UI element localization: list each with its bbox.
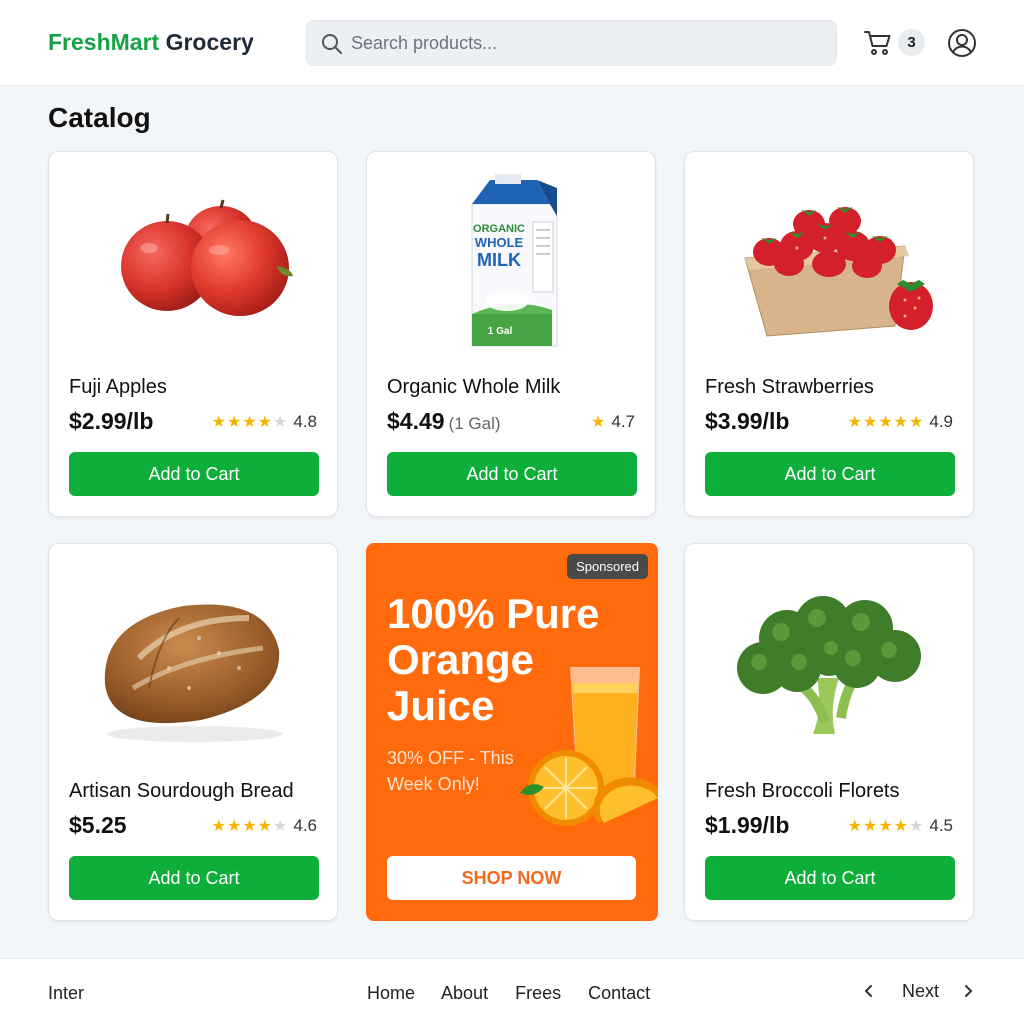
rating-value: 4.9 [929,412,953,431]
add-to-cart-button[interactable]: Add to Cart [69,856,319,900]
product-name: Artisan Sourdough Bread [69,780,294,802]
milk-carton-image: ORGANIC WHOLE MILK 1 Gal [471,174,558,347]
rating-value: 4.7 [611,412,635,431]
product-card-fuji-apples[interactable]: Fuji Apples $2.99/lb ★★★★★ 4.8 Add to Car… [48,151,338,517]
brand-name-dark: Grocery [165,29,254,55]
cart-count-badge: 3 [898,29,925,56]
cart-icon[interactable] [862,27,894,59]
footer-link-contact[interactable]: Contact [588,983,650,1003]
search-input[interactable] [351,21,821,65]
product-name: Fresh Broccoli Florets [705,780,900,802]
carton-milk-text: MILK [477,250,521,270]
rating-stars-icon: ★★★★★ [211,818,289,835]
product-card-fresh-broccoli-florets[interactable]: Fresh Broccoli Florets $1.99/lb ★★★★★ 4.5… [684,543,974,921]
product-rating: ★ 4.7 [591,412,635,432]
rating-star-icon: ★ [591,414,607,431]
footer-link-frees[interactable]: Frees [515,983,561,1003]
carton-organic-text: ORGANIC [473,223,525,235]
footer-nav: Home About Frees Contact [367,983,672,1004]
product-price: $4.49 (1 Gal) [387,408,501,435]
brand-logo[interactable]: FreshMart Grocery [48,29,254,56]
carton-volume-text: 1 Gal [488,326,513,337]
carton-whole-text: WHOLE [475,235,524,250]
broccoli-image [737,596,921,734]
apples-image [121,199,293,316]
next-page-link[interactable]: Next [902,981,939,1001]
bread-image [104,604,283,742]
footer-left-text: Inter [48,983,85,1003]
chevron-left-icon[interactable] [861,983,877,999]
top-header: FreshMart Grocery 3 [0,0,1024,86]
rating-stars-icon: ★★★★★ [211,414,289,431]
chevron-right-icon[interactable] [960,983,976,999]
product-rating: ★★★★★ 4.8 [212,412,317,432]
page-title: Catalog [48,102,151,133]
search-bar[interactable] [306,20,837,66]
rating-stars-icon: ★★★★★ [847,414,925,431]
add-to-cart-button[interactable]: Add to Cart [705,452,955,496]
product-rating: ★★★★★ 4.5 [848,816,953,836]
product-name: Fuji Apples [69,376,167,398]
add-to-cart-button[interactable]: Add to Cart [69,452,319,496]
add-to-cart-button[interactable]: Add to Cart [387,452,637,496]
product-price: $2.99/lb [69,408,154,434]
footer-link-home[interactable]: Home [367,983,415,1003]
rating-stars-icon: ★★★★★ [847,818,925,835]
strawberries-image [744,207,933,337]
footer-link-about[interactable]: About [441,983,488,1003]
page-footer: Inter Home About Frees Contact Next [0,958,1024,1024]
product-unit: (1 Gal) [448,414,501,433]
sponsored-ad-orange-juice[interactable]: Sponsored 100% Pure Orange Juice 30% OFF… [366,543,658,921]
product-price: $1.99/lb [705,812,790,838]
product-price: $5.25 [69,812,127,838]
sponsored-badge: Sponsored [567,554,648,579]
rating-value: 4.8 [293,412,317,431]
product-name: Fresh Strawberries [705,376,874,398]
product-card-artisan-sourdough-bread[interactable]: Artisan Sourdough Bread $5.25 ★★★★★ 4.6 A… [48,543,338,921]
rating-value: 4.5 [929,816,953,835]
rating-value: 4.6 [293,816,317,835]
product-price: $3.99/lb [705,408,790,434]
product-price-value: $4.49 [387,408,445,434]
user-account-icon[interactable] [946,27,978,59]
search-icon [322,34,342,54]
product-rating: ★★★★★ 4.6 [212,816,317,836]
product-name: Organic Whole Milk [387,376,561,398]
product-card-organic-whole-milk[interactable]: ORGANIC WHOLE MILK 1 Gal Organic Whole M… [366,151,656,517]
product-rating: ★★★★★ 4.9 [848,412,953,432]
brand-name-green: FreshMart [48,29,160,55]
shop-now-button[interactable]: SHOP NOW [387,856,636,900]
orange-juice-image [520,667,658,826]
pagination: Next [861,981,976,1002]
add-to-cart-button[interactable]: Add to Cart [705,856,955,900]
product-card-fresh-strawberries[interactable]: Fresh Strawberries $3.99/lb ★★★★★ 4.9 Add… [684,151,974,517]
